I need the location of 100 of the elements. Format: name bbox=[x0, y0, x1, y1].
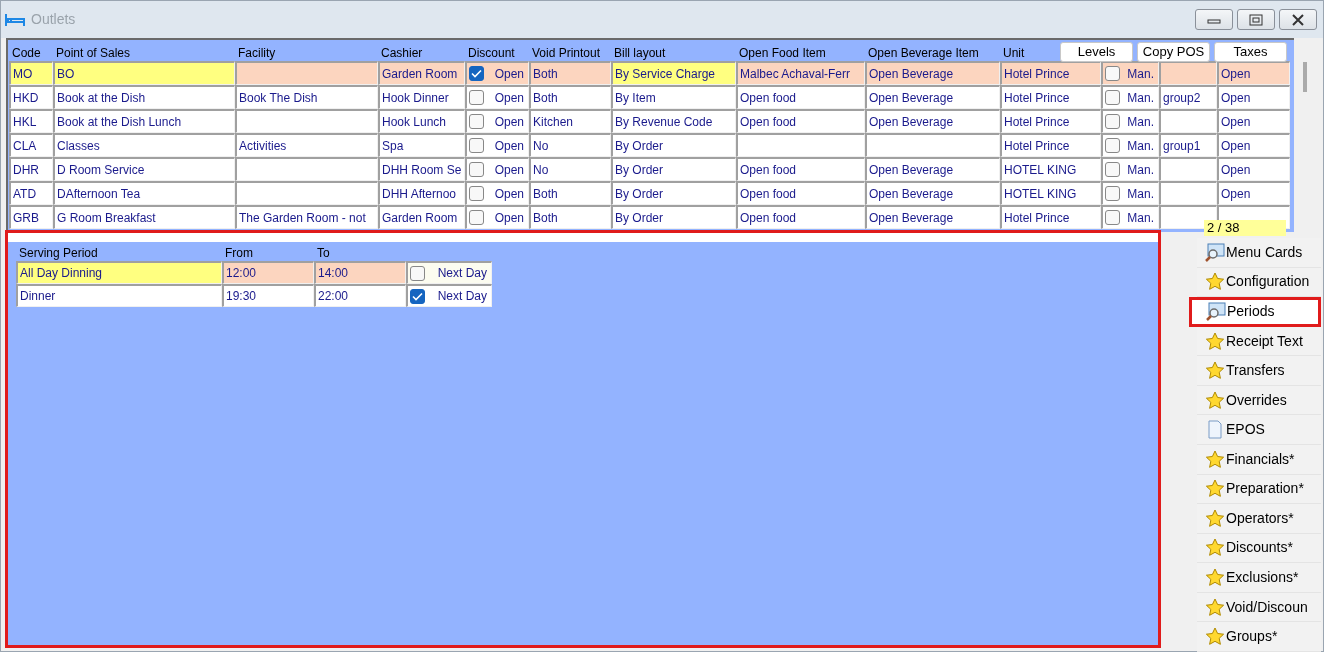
table-cell[interactable] bbox=[1159, 181, 1217, 205]
table-cell[interactable]: Open Beverage bbox=[865, 157, 1000, 181]
table-cell[interactable]: Open Beverage bbox=[865, 109, 1000, 133]
table-cell[interactable] bbox=[235, 61, 378, 85]
table-cell[interactable]: By Order bbox=[611, 157, 736, 181]
table-cell[interactable]: Open food bbox=[736, 157, 865, 181]
table-cell[interactable] bbox=[1159, 157, 1217, 181]
table-cell[interactable]: DHH Room Se bbox=[378, 157, 465, 181]
table-cell[interactable]: Malbec Achaval-Ferr bbox=[736, 61, 865, 85]
checkbox[interactable] bbox=[1105, 162, 1120, 177]
table-cell[interactable]: MO bbox=[9, 61, 53, 85]
table-cell[interactable]: Open bbox=[465, 61, 529, 85]
table-cell[interactable]: Open food bbox=[736, 181, 865, 205]
table-cell[interactable]: DHH Afternoo bbox=[378, 181, 465, 205]
table-cell[interactable]: Man. bbox=[1101, 205, 1159, 229]
table-cell[interactable]: No bbox=[529, 133, 611, 157]
table-cell[interactable]: Hook Lunch bbox=[378, 109, 465, 133]
table-cell[interactable]: DHR bbox=[9, 157, 53, 181]
table-cell[interactable] bbox=[736, 133, 865, 157]
table-cell[interactable]: Man. bbox=[1101, 85, 1159, 109]
checkbox[interactable] bbox=[1105, 66, 1120, 81]
table-cell[interactable]: Both bbox=[529, 61, 611, 85]
table-cell[interactable]: By Revenue Code bbox=[611, 109, 736, 133]
table-cell[interactable]: Open bbox=[465, 157, 529, 181]
table-cell[interactable]: Hotel Prince bbox=[1000, 85, 1101, 109]
checkbox[interactable] bbox=[469, 90, 484, 105]
table-cell[interactable]: Man. bbox=[1101, 61, 1159, 85]
table-cell[interactable]: HOTEL KING bbox=[1000, 157, 1101, 181]
checkbox[interactable] bbox=[1105, 186, 1120, 201]
table-cell[interactable]: 19:30 bbox=[222, 284, 314, 307]
checkbox[interactable] bbox=[469, 138, 484, 153]
table-cell[interactable]: group1 bbox=[1159, 133, 1217, 157]
table-cell[interactable]: Open bbox=[465, 109, 529, 133]
table-cell[interactable]: Open bbox=[1217, 157, 1290, 181]
checkbox[interactable] bbox=[1105, 210, 1120, 225]
table-cell[interactable]: Spa bbox=[378, 133, 465, 157]
table-cell[interactable]: All Day Dinning bbox=[16, 261, 222, 284]
table-cell[interactable]: GRB bbox=[9, 205, 53, 229]
table-cell[interactable]: CLA bbox=[9, 133, 53, 157]
side-menu-item[interactable]: Periods bbox=[1189, 297, 1321, 327]
table-cell[interactable]: Both bbox=[529, 181, 611, 205]
table-cell[interactable] bbox=[235, 181, 378, 205]
table-cell[interactable] bbox=[1159, 109, 1217, 133]
table-cell[interactable]: By Order bbox=[611, 133, 736, 157]
toolbar-button[interactable]: Taxes bbox=[1214, 42, 1287, 62]
checkbox[interactable] bbox=[1105, 114, 1120, 129]
table-cell[interactable]: Open Beverage bbox=[865, 181, 1000, 205]
table-cell[interactable]: Classes bbox=[53, 133, 235, 157]
table-cell[interactable]: By Order bbox=[611, 205, 736, 229]
table-cell[interactable]: By Item bbox=[611, 85, 736, 109]
checkbox[interactable] bbox=[469, 114, 484, 129]
table-cell[interactable]: Open Beverage bbox=[865, 61, 1000, 85]
table-cell[interactable]: Hotel Prince bbox=[1000, 61, 1101, 85]
table-cell[interactable]: Open food bbox=[736, 205, 865, 229]
table-cell[interactable]: Man. bbox=[1101, 133, 1159, 157]
checkbox[interactable] bbox=[469, 210, 484, 225]
table-cell[interactable]: Open bbox=[1217, 109, 1290, 133]
table-cell[interactable]: 22:00 bbox=[314, 284, 406, 307]
checkbox[interactable] bbox=[469, 186, 484, 201]
checkbox[interactable] bbox=[1105, 90, 1120, 105]
toolbar-button[interactable]: Levels bbox=[1060, 42, 1133, 62]
table-cell[interactable]: Open food bbox=[736, 85, 865, 109]
table-cell[interactable]: Open bbox=[1217, 85, 1290, 109]
table-cell[interactable]: Open Beverage bbox=[865, 205, 1000, 229]
table-cell[interactable]: No bbox=[529, 157, 611, 181]
table-cell[interactable]: Next Day bbox=[406, 261, 492, 284]
table-cell[interactable]: Man. bbox=[1101, 157, 1159, 181]
table-cell[interactable]: Man. bbox=[1101, 181, 1159, 205]
table-cell[interactable]: Both bbox=[529, 205, 611, 229]
table-cell[interactable]: DAfternoon Tea bbox=[53, 181, 235, 205]
table-cell[interactable]: Open bbox=[1217, 133, 1290, 157]
table-cell[interactable]: Kitchen bbox=[529, 109, 611, 133]
table-cell[interactable]: Open food bbox=[736, 109, 865, 133]
table-cell[interactable]: BO bbox=[53, 61, 235, 85]
table-cell[interactable] bbox=[865, 133, 1000, 157]
table-cell[interactable]: Hook Dinner bbox=[378, 85, 465, 109]
table-cell[interactable]: Open bbox=[1217, 61, 1290, 85]
table-cell[interactable]: 14:00 bbox=[314, 261, 406, 284]
table-cell[interactable]: Open bbox=[465, 85, 529, 109]
checkbox[interactable] bbox=[410, 265, 425, 281]
table-cell[interactable]: Garden Room bbox=[378, 61, 465, 85]
table-cell[interactable]: The Garden Room - not bbox=[235, 205, 378, 229]
table-cell[interactable]: Book at the Dish Lunch bbox=[53, 109, 235, 133]
table-cell[interactable]: By Order bbox=[611, 181, 736, 205]
table-cell[interactable]: Open bbox=[465, 133, 529, 157]
table-cell[interactable]: Man. bbox=[1101, 109, 1159, 133]
table-cell[interactable] bbox=[235, 157, 378, 181]
table-cell[interactable]: Hotel Prince bbox=[1000, 133, 1101, 157]
table-cell[interactable] bbox=[1159, 61, 1217, 85]
checkbox[interactable] bbox=[1105, 138, 1120, 153]
table-cell[interactable]: G Room Breakfast bbox=[53, 205, 235, 229]
table-cell[interactable]: Open bbox=[465, 205, 529, 229]
table-cell[interactable]: Open Beverage bbox=[865, 85, 1000, 109]
table-cell[interactable]: group2 bbox=[1159, 85, 1217, 109]
table-cell[interactable]: D Room Service bbox=[53, 157, 235, 181]
table-cell[interactable]: Open bbox=[1217, 181, 1290, 205]
table-cell[interactable]: HKL bbox=[9, 109, 53, 133]
toolbar-button[interactable]: Copy POS bbox=[1137, 42, 1210, 62]
table-cell[interactable]: Hotel Prince bbox=[1000, 109, 1101, 133]
table-cell[interactable]: Both bbox=[529, 85, 611, 109]
